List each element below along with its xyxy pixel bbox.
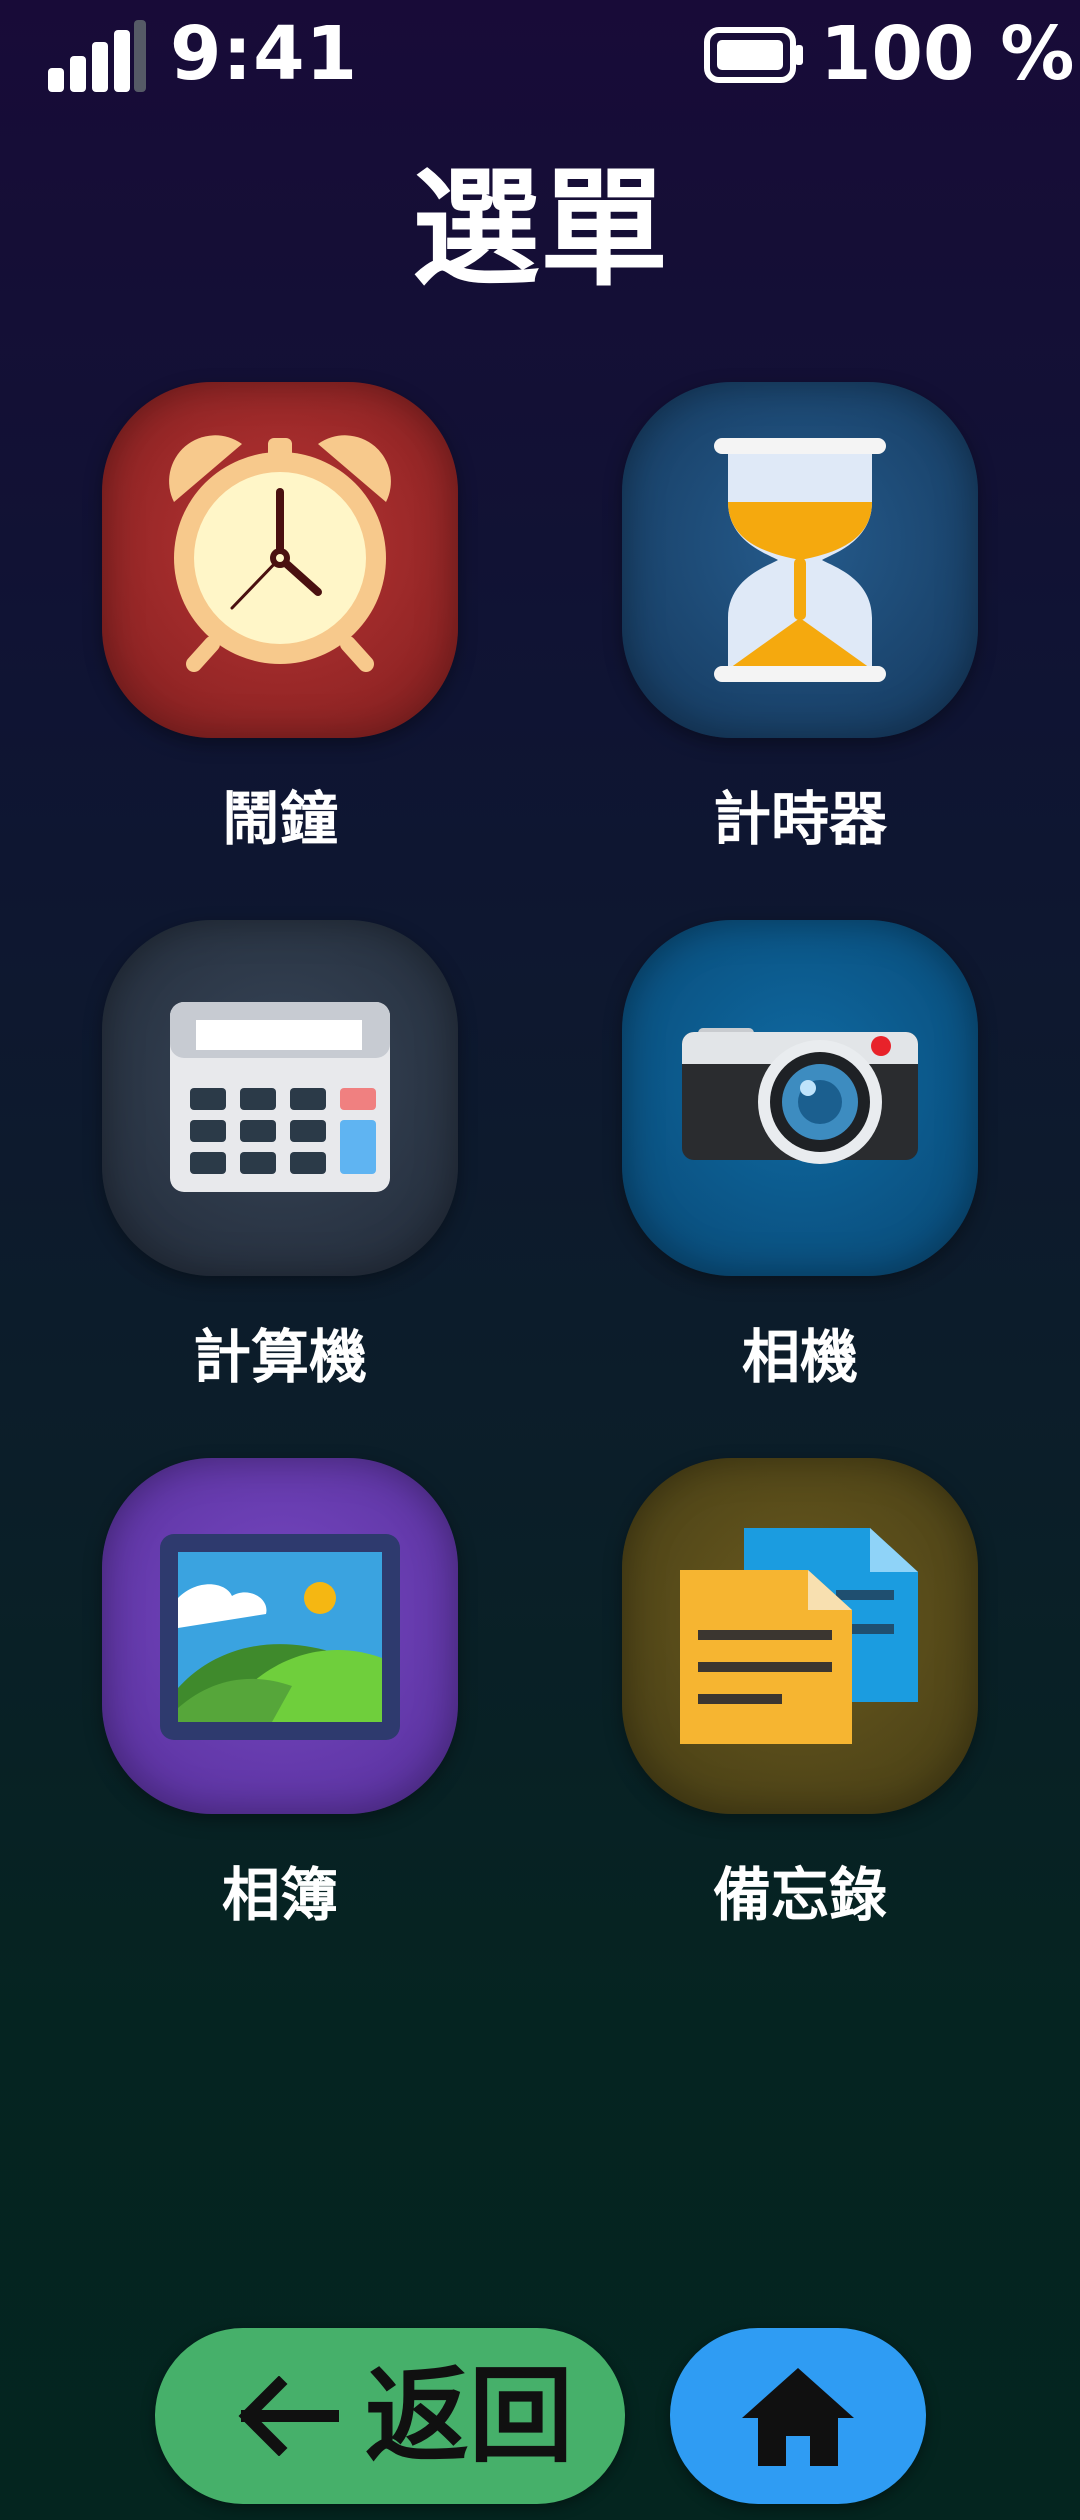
signal-strength-icon [48,20,148,92]
app-tile-camera[interactable] [622,920,978,1276]
app-tile-timer[interactable] [622,382,978,738]
app-label-notes: 備忘錄 [712,1861,887,1929]
app-label-camera: 相機 [741,1323,858,1391]
app-tile-gallery[interactable] [102,1458,458,1814]
app-label-calculator: 計算機 [192,1323,367,1391]
camera-icon [682,1028,918,1164]
app-label-timer: 計時器 [712,785,887,853]
alarm-clock-icon [169,435,391,672]
app-label-alarm: 鬧鐘 [221,785,338,853]
battery-icon [704,27,803,83]
status-time: 9:41 [170,11,359,97]
app-label-gallery: 相簿 [221,1861,338,1929]
arrow-left-icon [238,2376,339,2456]
app-tile-calculator[interactable] [102,920,458,1276]
status-bar: 9:41 100 % [0,0,1080,110]
back-button[interactable]: 返回 [155,2328,625,2504]
app-tile-alarm[interactable] [102,382,458,738]
page-title: 選單 [411,155,668,304]
documents-icon [680,1528,918,1744]
app-tile-notes[interactable] [622,1458,978,1814]
battery-percentage: 100 % [820,11,1075,97]
home-icon [742,2368,854,2466]
photo-icon [160,1534,400,1740]
home-button[interactable] [670,2328,926,2504]
hourglass-icon [714,438,886,682]
calculator-icon [170,1002,390,1192]
back-button-label: 返回 [365,2355,574,2477]
